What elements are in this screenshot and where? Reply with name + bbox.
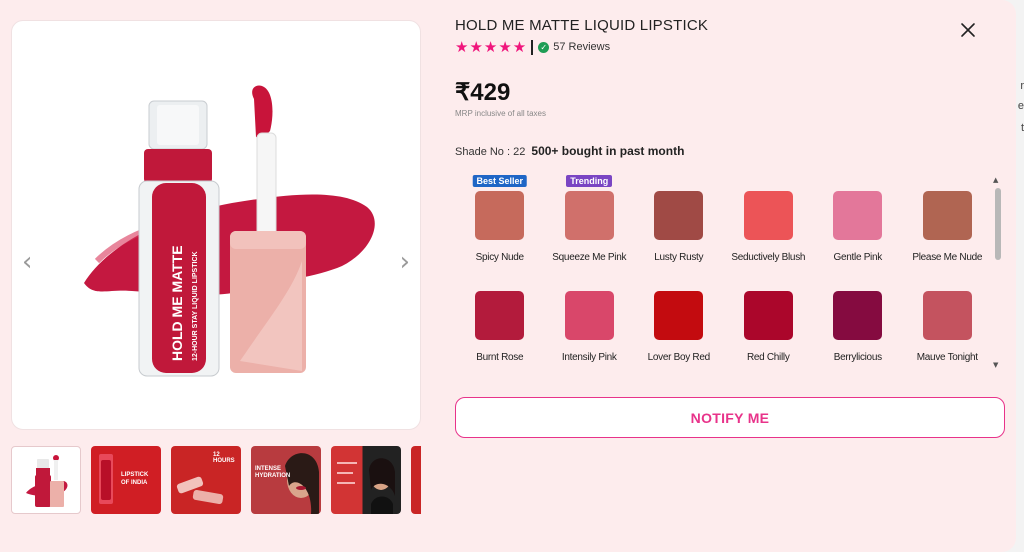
shade-swatch[interactable] — [564, 291, 614, 340]
shade-swatch[interactable] — [922, 291, 972, 340]
shade-name: Burnt Rose — [476, 352, 524, 363]
product-price: ₹429 — [455, 79, 511, 106]
review-count-link[interactable]: 57 Reviews — [553, 41, 610, 53]
shade-selector: Best Seller Spicy Nude Trending Squeeze Me … — [455, 174, 990, 370]
thumbnail-2-text-2: OF INDIA — [121, 480, 148, 486]
shade-name: Berrylicious — [833, 352, 882, 363]
backdrop-text-2: e — [1017, 100, 1024, 112]
main-product-image: HOLD ME MATTE 12-HOUR STAY LIQUID LIPSTI… — [11, 20, 421, 430]
shade-name: Lusty Rusty — [654, 252, 704, 263]
star-icon: ★★★★★ — [455, 38, 528, 56]
shade-name: Mauve Tonight — [916, 352, 978, 363]
shade-name: Please Me Nude — [912, 252, 983, 263]
scroll-down-arrow[interactable]: ▼ — [993, 361, 998, 369]
shade-name: Lover Boy Red — [647, 352, 711, 363]
shade-option[interactable]: Please Me Nude — [903, 174, 991, 266]
notify-me-button[interactable]: NOTIFY ME — [455, 397, 1005, 438]
lipstick-illustration: HOLD ME MATTE 12-HOUR STAY LIQUID LIPSTI… — [84, 85, 375, 377]
shade-option[interactable]: Seductively Blush — [724, 174, 814, 266]
next-image-arrow[interactable]: › — [400, 249, 410, 275]
product-quickview-modal: HOLD ME MATTE 12-HOUR STAY LIQUID LIPSTI… — [0, 0, 1016, 552]
shade-swatch[interactable] — [833, 291, 883, 340]
shade-name: Gentle Pink — [833, 252, 883, 263]
check-circle-icon: ✓ — [538, 41, 550, 53]
mrp-note: MRP inclusive of all taxes — [455, 109, 546, 118]
shade-swatch[interactable] — [743, 291, 793, 340]
shade-badge: Best Seller — [472, 175, 528, 187]
bought-count: 500+ bought in past month — [531, 144, 685, 158]
scroll-up-arrow[interactable]: ▲ — [993, 176, 998, 184]
shade-swatch[interactable] — [475, 291, 525, 340]
shade-name: Seductively Blush — [731, 252, 806, 263]
tube-text-2: 12-HOUR STAY LIQUID LIPSTICK — [192, 251, 199, 361]
shade-option[interactable]: Intensily Pink — [545, 274, 635, 366]
shade-swatch[interactable] — [475, 191, 525, 240]
thumbnail-2[interactable]: LIPSTICK OF INDIA — [91, 446, 161, 514]
shade-option[interactable]: Burnt Rose — [455, 274, 545, 366]
thumbnail-strip: LIPSTICK OF INDIA 12 HOURS INTENSE HYDRA… — [11, 446, 421, 516]
prev-image-arrow[interactable]: ‹ — [22, 249, 32, 275]
shade-name: Spicy Nude — [475, 252, 524, 263]
shade-name: Red Chilly — [746, 352, 790, 363]
shade-swatch[interactable] — [743, 191, 793, 240]
shade-swatch[interactable] — [564, 191, 614, 240]
rating-divider — [531, 39, 534, 55]
shade-option[interactable]: Red Chilly — [724, 274, 814, 366]
shade-swatch[interactable] — [654, 191, 704, 240]
thumbnail-4-text-2: HYDRATION — [255, 473, 291, 479]
shade-option[interactable]: Berrylicious — [813, 274, 903, 366]
shade-option[interactable]: Trending Squeeze Me Pink — [545, 174, 635, 266]
shade-name: Squeeze Me Pink — [552, 252, 627, 263]
shade-badge: Trending — [566, 175, 613, 187]
shade-option[interactable]: Best Seller Spicy Nude — [455, 174, 545, 266]
close-icon[interactable] — [958, 20, 978, 40]
shade-swatch[interactable] — [922, 191, 972, 240]
shade-option[interactable]: Lover Boy Red — [634, 274, 724, 366]
shade-number: Shade No : 22 — [455, 146, 526, 158]
shade-name: Intensily Pink — [561, 352, 617, 363]
thumbnail-3[interactable]: 12 HOURS — [171, 446, 241, 514]
shade-option[interactable]: Lusty Rusty — [634, 174, 724, 266]
thumbnail-2-text-1: LIPSTICK — [121, 472, 149, 478]
tube-text-1: HOLD ME MATTE — [169, 245, 185, 361]
thumbnail-3-text-1: 12 HOURS — [213, 452, 235, 464]
rating-row: ★★★★★ ✓ 57 Reviews — [455, 38, 610, 56]
shade-option[interactable]: Mauve Tonight — [903, 274, 991, 366]
shade-swatch[interactable] — [654, 291, 704, 340]
shade-swatch[interactable] — [833, 191, 883, 240]
shade-grid: Best Seller Spicy Nude Trending Squeeze Me … — [455, 174, 990, 366]
shade-scrollbar-thumb[interactable] — [995, 188, 1001, 260]
backdrop-text-1: r — [1020, 80, 1024, 92]
shade-info: Shade No : 22 500+ bought in past month — [455, 144, 684, 158]
thumbnail-6[interactable] — [411, 446, 421, 514]
thumbnail-1[interactable] — [11, 446, 81, 514]
thumbnail-4[interactable]: INTENSE HYDRATION — [251, 446, 321, 514]
thumbnail-5[interactable] — [331, 446, 401, 514]
product-title: HOLD ME MATTE LIQUID LIPSTICK — [455, 17, 709, 34]
shade-option[interactable]: Gentle Pink — [813, 174, 903, 266]
thumbnail-4-text-1: INTENSE — [255, 466, 282, 472]
